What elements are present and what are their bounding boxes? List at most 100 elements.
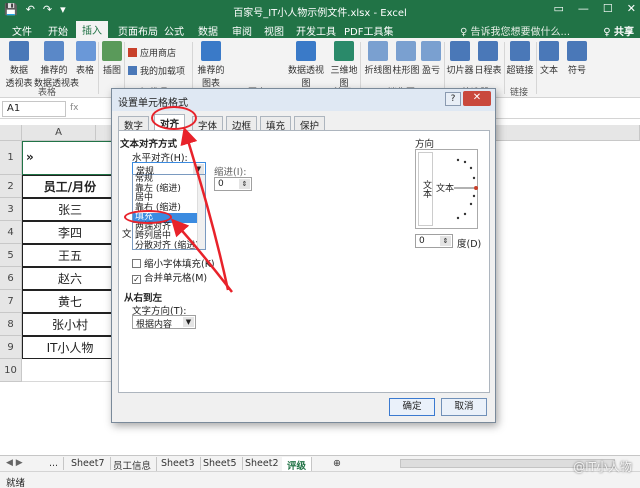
addins-icon bbox=[128, 66, 137, 75]
tab-formulas[interactable]: 公式 bbox=[158, 22, 190, 39]
row-header-9[interactable]: 9 bbox=[0, 336, 22, 359]
option-distributed[interactable]: 分散对齐 (缩进) bbox=[133, 241, 205, 252]
symbols-button[interactable]: 符号 bbox=[566, 41, 588, 76]
pivot-table-icon bbox=[9, 41, 29, 61]
dialog-tab-number[interactable]: 数字 bbox=[118, 116, 150, 132]
sheet-tab-sheet5[interactable]: Sheet5 bbox=[198, 457, 243, 470]
column-header-a[interactable]: A bbox=[22, 125, 96, 141]
3d-map-button[interactable]: 三维地 图 bbox=[330, 41, 358, 89]
cell-a9[interactable]: IT小人物 bbox=[22, 336, 118, 359]
maximize-icon[interactable]: ☐ bbox=[603, 2, 613, 15]
tab-insert[interactable]: 插入 bbox=[76, 21, 108, 38]
sheet-nav-arrows[interactable]: ◀ ▶ bbox=[6, 458, 23, 468]
tab-file[interactable]: 文件 bbox=[6, 22, 38, 39]
pivot-chart-icon bbox=[296, 41, 316, 61]
degree-spinner[interactable]: 0 ⇕ bbox=[415, 234, 453, 248]
dialog-tab-fill[interactable]: 填充 bbox=[260, 116, 292, 132]
chevron-down-icon: ▼ bbox=[183, 317, 194, 327]
sheet-tab-sheet2[interactable]: Sheet2 bbox=[240, 457, 285, 470]
orientation-dial[interactable]: 文本 文本 bbox=[415, 149, 478, 229]
horizontal-text-sample: 文本 bbox=[436, 184, 455, 194]
dialog-close-button[interactable]: ✕ bbox=[463, 91, 491, 106]
dialog-tab-protection[interactable]: 保护 bbox=[294, 116, 326, 132]
select-all-corner[interactable] bbox=[0, 125, 22, 141]
my-addins-button[interactable]: 我的加载项 bbox=[128, 64, 185, 77]
text-direction-select[interactable]: 根据内容 ▼ bbox=[132, 315, 196, 330]
sheet-tab-sheet7[interactable]: Sheet7 bbox=[66, 457, 111, 470]
sheet-tab-more[interactable]: ... bbox=[44, 457, 65, 470]
pivot-table-button[interactable]: 数据 透视表 bbox=[4, 41, 34, 89]
slicer-icon bbox=[450, 41, 470, 61]
vertical-text-sample[interactable]: 文本 bbox=[418, 152, 433, 226]
row-header-3[interactable]: 3 bbox=[0, 198, 22, 221]
tell-me-search[interactable]: ♀ 告诉我您想要做什么... bbox=[460, 23, 570, 38]
list-scrollbar[interactable] bbox=[197, 175, 205, 249]
tab-page-layout[interactable]: 页面布局 bbox=[112, 22, 164, 39]
timeline-button[interactable]: 日程表 bbox=[474, 41, 502, 76]
cell-a6[interactable]: 赵六 bbox=[22, 267, 118, 290]
tab-data[interactable]: 数据 bbox=[192, 22, 224, 39]
group-label-links: 链接 bbox=[510, 88, 529, 98]
cell-a7[interactable]: 黄七 bbox=[22, 290, 118, 313]
sheet-tab-sheet3[interactable]: Sheet3 bbox=[156, 457, 201, 470]
tab-review[interactable]: 审阅 bbox=[226, 22, 258, 39]
row-header-8[interactable]: 8 bbox=[0, 313, 22, 336]
text-alignment-section-label: 文本对齐方式 bbox=[120, 139, 178, 150]
text-button[interactable]: 文本 bbox=[538, 41, 560, 76]
row-header-1[interactable]: 1 bbox=[0, 141, 22, 175]
name-box[interactable]: A1 bbox=[2, 101, 66, 117]
cell-a5[interactable]: 王五 bbox=[22, 244, 118, 267]
indent-label: 缩进(I): bbox=[214, 167, 247, 178]
sparkline-winloss-icon bbox=[421, 41, 441, 61]
share-button[interactable]: ♀ 共享 bbox=[603, 23, 634, 38]
table-button[interactable]: 表格 bbox=[76, 41, 96, 76]
hyperlink-icon bbox=[510, 41, 530, 61]
tab-pdf-tools[interactable]: PDF工具集 bbox=[338, 22, 399, 39]
tab-home[interactable]: 开始 bbox=[42, 22, 74, 39]
sparkline-winloss-button[interactable]: 盈亏 bbox=[420, 41, 442, 76]
minimize-icon[interactable]: — bbox=[578, 2, 589, 15]
sheet-tab-bar: ◀ ▶ ... Sheet7 员工信息 Sheet3 Sheet5 Sheet2… bbox=[0, 455, 640, 475]
merge-cells-checkbox[interactable]: ✓ 合并单元格(M) bbox=[132, 270, 207, 284]
store-button[interactable]: 应用商店 bbox=[128, 46, 176, 59]
row-header-2[interactable]: 2 bbox=[0, 175, 22, 198]
close-icon[interactable]: ✕ bbox=[627, 2, 636, 15]
group-separator bbox=[360, 42, 361, 94]
sparkline-column-button[interactable]: 柱形图 bbox=[392, 41, 420, 76]
row-header-10[interactable]: 10 bbox=[0, 359, 22, 382]
cell-a10[interactable] bbox=[22, 359, 118, 382]
tab-view[interactable]: 视图 bbox=[258, 22, 290, 39]
window-controls: ▭ — ☐ ✕ bbox=[554, 2, 637, 15]
table-icon bbox=[76, 41, 96, 61]
ok-button[interactable]: 确定 bbox=[389, 398, 435, 416]
recommended-pivot-button[interactable]: 推荐的 数据透视表 bbox=[34, 41, 79, 89]
sparkline-line-icon bbox=[368, 41, 388, 61]
group-separator bbox=[536, 42, 537, 94]
tab-developer[interactable]: 开发工具 bbox=[290, 22, 342, 39]
sparkline-column-icon bbox=[396, 41, 416, 61]
formula-bar-fx: fx bbox=[70, 103, 79, 113]
hyperlink-button[interactable]: 超链接 bbox=[506, 41, 534, 76]
pivot-chart-button[interactable]: 数据透视图 bbox=[284, 41, 328, 89]
cell-a8[interactable]: 张小村 bbox=[22, 313, 118, 336]
dialog-tab-border[interactable]: 边框 bbox=[226, 116, 258, 132]
shrink-to-fit-checkbox[interactable]: 缩小字体填充(K) bbox=[132, 256, 215, 270]
illustrations-button[interactable]: 插图 bbox=[102, 41, 122, 76]
slicer-button[interactable]: 切片器 bbox=[446, 41, 474, 76]
cell-a2[interactable]: 员工/月份 bbox=[22, 175, 118, 198]
watermark: @IT小人物 bbox=[573, 460, 632, 474]
sparkline-line-button[interactable]: 折线图 bbox=[364, 41, 392, 76]
cell-a3[interactable]: 张三 bbox=[22, 198, 118, 221]
indent-spinner[interactable]: 0 ⇕ bbox=[214, 177, 252, 191]
row-header-6[interactable]: 6 bbox=[0, 267, 22, 290]
indent-value: 0 bbox=[218, 179, 224, 189]
cancel-button[interactable]: 取消 bbox=[441, 398, 487, 416]
cell-a4[interactable]: 李四 bbox=[22, 221, 118, 244]
row-header-7[interactable]: 7 bbox=[0, 290, 22, 313]
ribbon-display-icon[interactable]: ▭ bbox=[554, 2, 564, 15]
help-button[interactable]: ? bbox=[445, 92, 461, 106]
row-header-5[interactable]: 5 bbox=[0, 244, 22, 267]
recommended-charts-button[interactable]: 推荐的 图表 bbox=[196, 41, 226, 89]
add-sheet-button[interactable]: ⊕ bbox=[328, 457, 346, 470]
row-header-4[interactable]: 4 bbox=[0, 221, 22, 244]
